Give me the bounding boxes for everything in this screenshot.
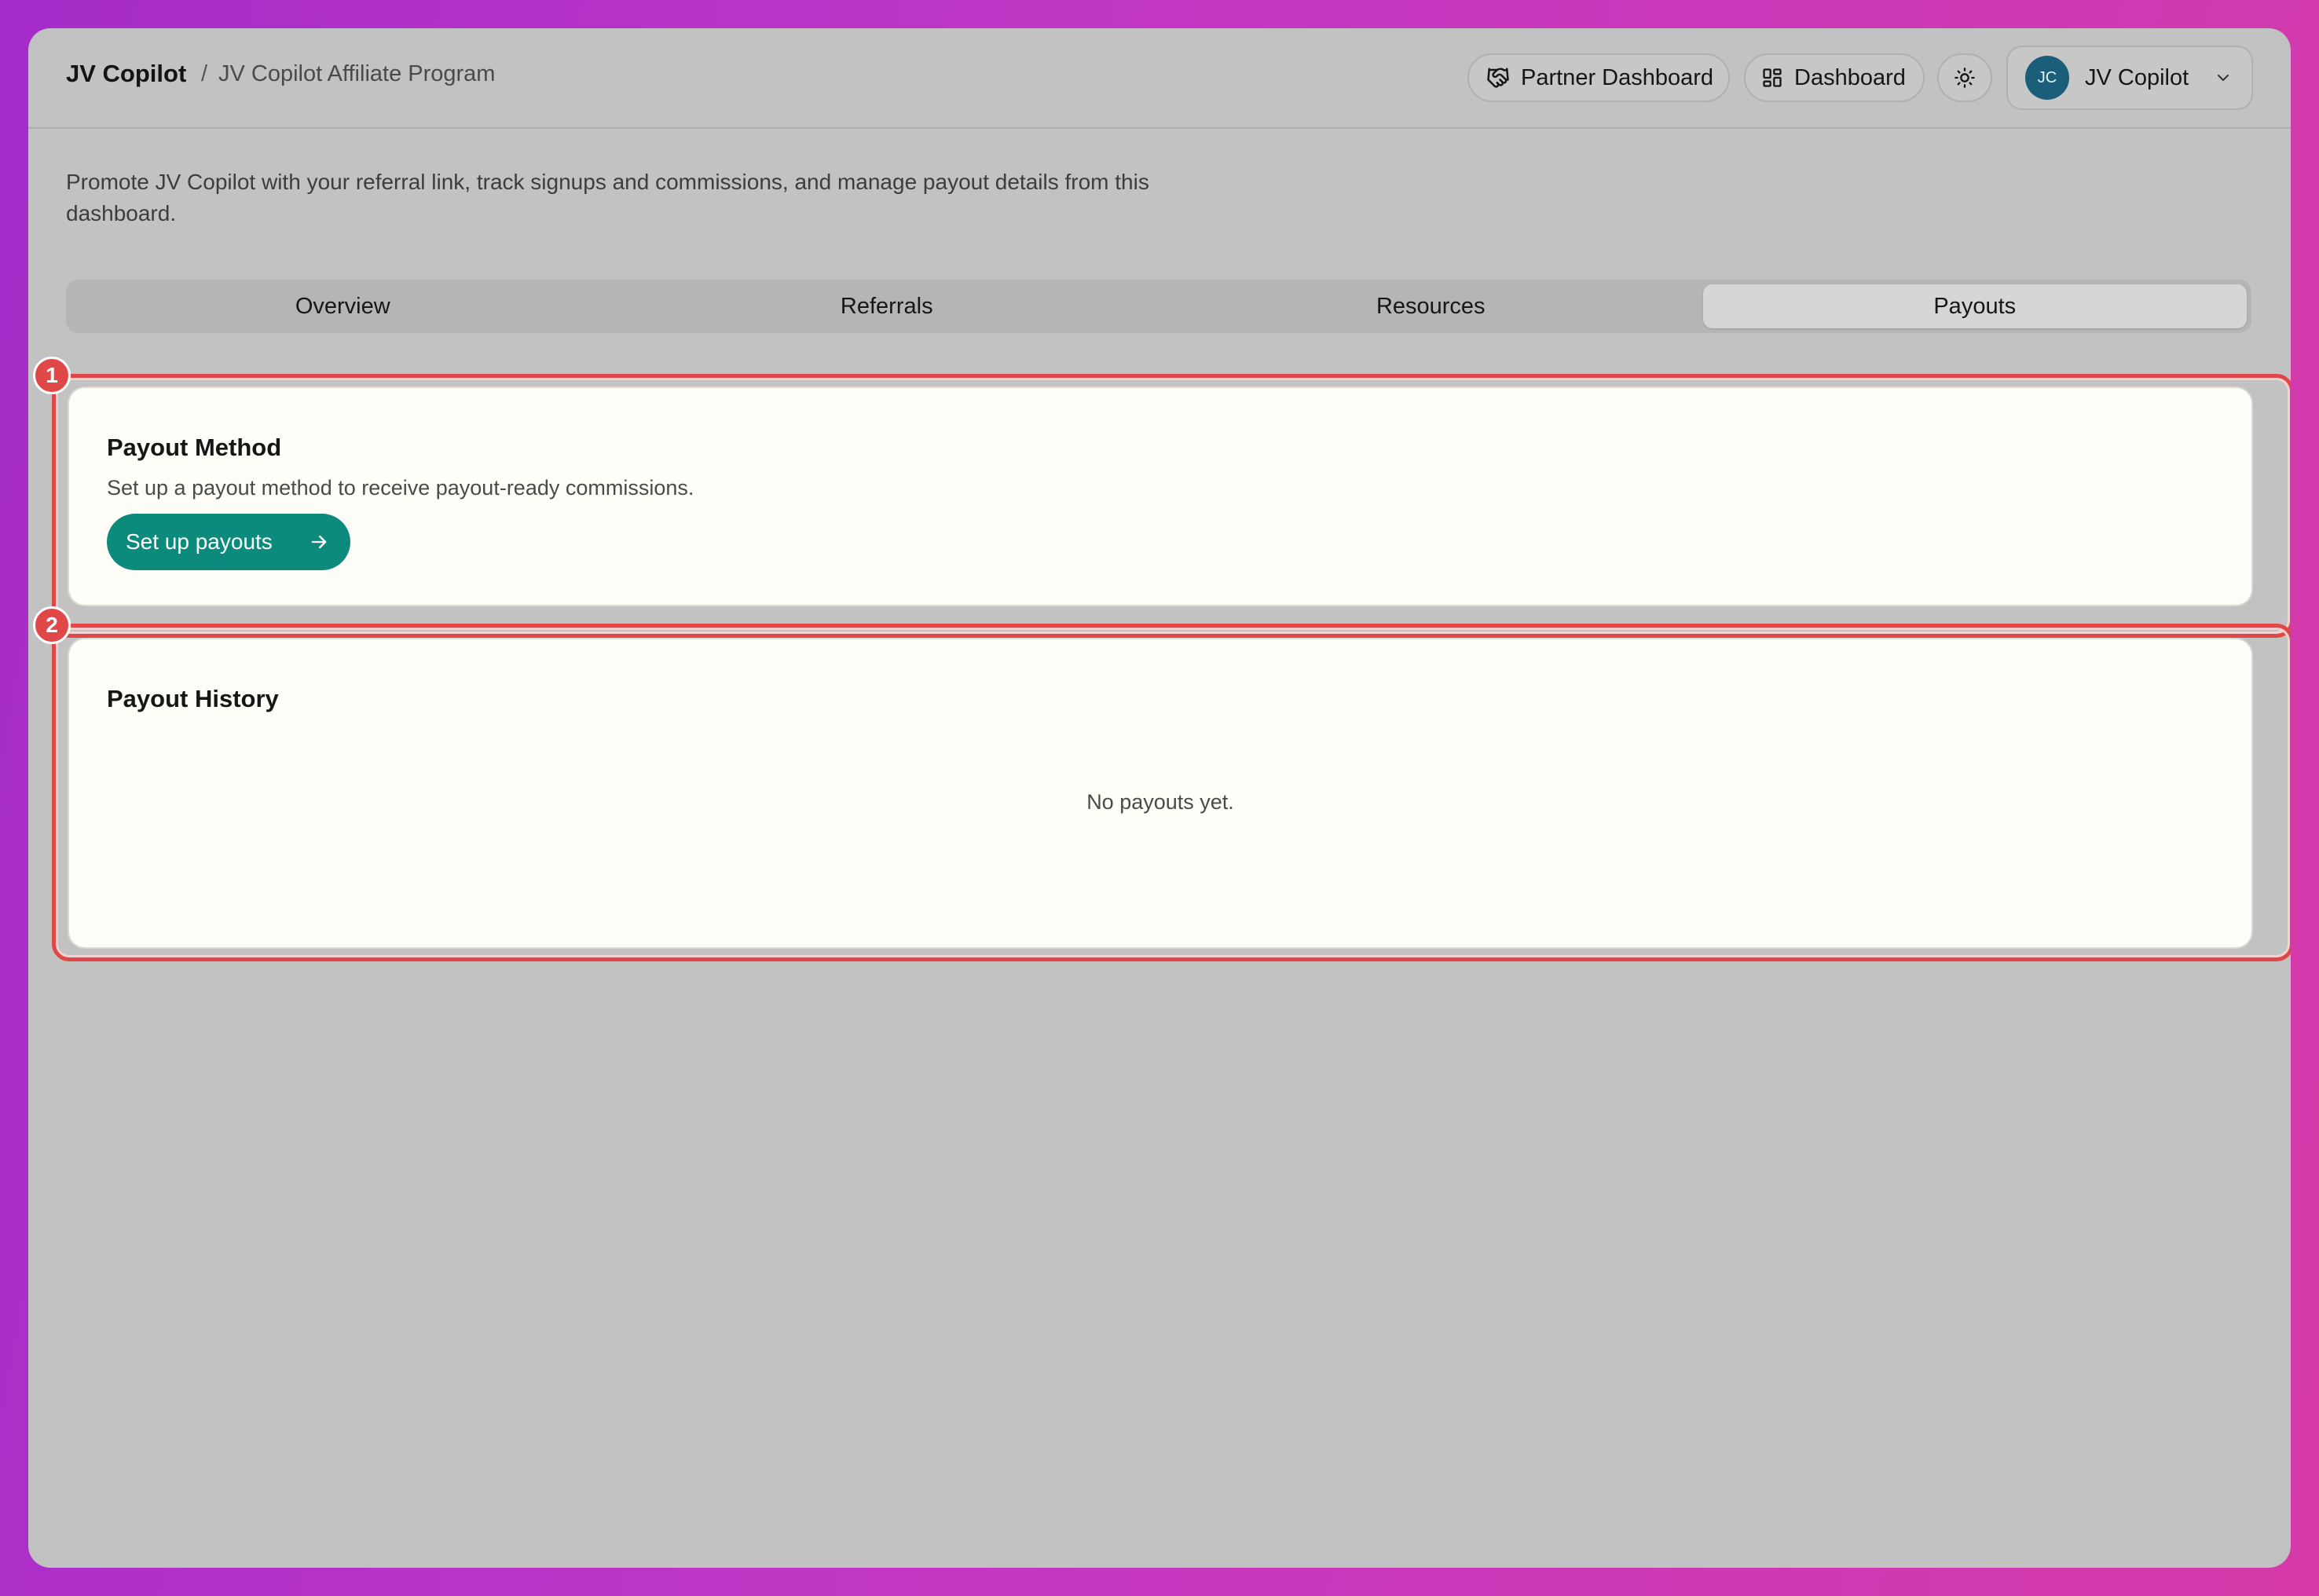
handshake-icon (1486, 66, 1510, 90)
breadcrumb-separator: / (201, 61, 208, 86)
tab-bar: Overview Referrals Resources Payouts (66, 280, 2251, 333)
grid-icon (1761, 67, 1783, 89)
breadcrumb[interactable]: JV Copilot Affiliate Program (218, 61, 495, 87)
account-name: JV Copilot (2085, 64, 2189, 90)
dashboard-button[interactable]: Dashboard (1744, 53, 1925, 102)
account-menu-button[interactable]: JC JV Copilot (2006, 46, 2253, 110)
highlight-box-payout-method (52, 374, 2291, 638)
dashboard-label: Dashboard (1794, 64, 1906, 90)
tab-overview[interactable]: Overview (71, 284, 615, 328)
app-window: JV Copilot / JV Copilot Affiliate Progra… (28, 28, 2291, 1568)
brand-name[interactable]: JV Copilot (66, 60, 186, 88)
annotation-badge-2: 2 (33, 606, 71, 644)
page-description: Promote JV Copilot with your referral li… (66, 170, 1149, 225)
tab-payouts[interactable]: Payouts (1702, 284, 2247, 328)
top-bar: JV Copilot / JV Copilot Affiliate Progra… (28, 28, 2291, 129)
sun-icon (1954, 67, 1976, 89)
chevron-down-icon (2214, 68, 2233, 87)
avatar: JC (2025, 56, 2069, 100)
partner-dashboard-label: Partner Dashboard (1521, 64, 1714, 90)
theme-toggle-button[interactable] (1937, 53, 1992, 102)
partner-dashboard-button[interactable]: Partner Dashboard (1467, 53, 1730, 102)
annotation-badge-1: 1 (33, 357, 71, 394)
highlight-box-payout-history (52, 624, 2291, 961)
tab-referrals[interactable]: Referrals (615, 284, 1160, 328)
tab-resources[interactable]: Resources (1159, 284, 1703, 328)
